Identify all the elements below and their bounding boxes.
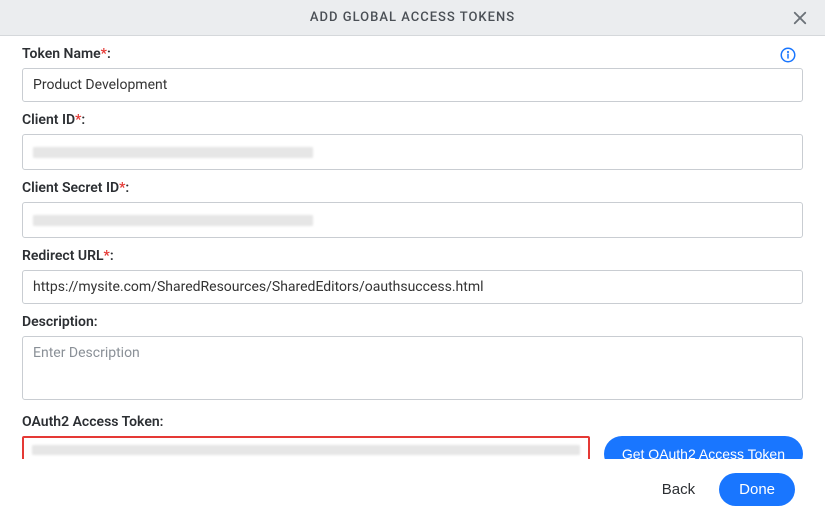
client-secret-input[interactable]	[22, 202, 803, 238]
redacted-value	[33, 147, 313, 158]
form-scroll-area[interactable]: Token Name*: Client ID*: Client Secret I…	[0, 36, 825, 459]
label-text: Client Secret ID	[22, 180, 119, 196]
redirect-url-input[interactable]	[22, 270, 803, 304]
info-icon[interactable]	[779, 46, 797, 64]
description-label: Description:	[22, 314, 803, 330]
close-icon[interactable]	[791, 9, 809, 27]
oauth-token-group: OAuth2 Access Token: Get OAuth2 Access T…	[22, 414, 803, 459]
redacted-value	[33, 215, 313, 226]
label-text: Redirect URL	[22, 248, 104, 264]
oauth-token-input[interactable]	[22, 436, 590, 459]
done-button[interactable]: Done	[719, 473, 795, 506]
description-input[interactable]	[22, 336, 803, 400]
redirect-url-label: Redirect URL*:	[22, 248, 803, 264]
back-button[interactable]: Back	[656, 473, 701, 506]
client-id-group: Client ID*:	[22, 112, 803, 170]
label-colon: :	[125, 180, 129, 196]
dialog-title: ADD GLOBAL ACCESS TOKENS	[310, 10, 515, 25]
token-name-group: Token Name*:	[22, 46, 803, 102]
token-name-input[interactable]	[22, 68, 803, 102]
dialog-footer: Back Done	[0, 459, 825, 519]
client-id-input[interactable]	[22, 134, 803, 170]
dialog-header: ADD GLOBAL ACCESS TOKENS	[0, 0, 825, 36]
label-colon: :	[81, 112, 85, 128]
description-group: Description:	[22, 314, 803, 404]
client-id-label: Client ID*:	[22, 112, 803, 128]
label-colon: :	[107, 46, 111, 62]
label-text: Token Name	[22, 46, 101, 62]
client-secret-label: Client Secret ID*:	[22, 180, 803, 196]
client-secret-group: Client Secret ID*:	[22, 180, 803, 238]
label-colon: :	[110, 248, 114, 264]
redirect-url-group: Redirect URL*:	[22, 248, 803, 304]
token-name-label: Token Name*:	[22, 46, 803, 62]
redacted-value	[32, 445, 580, 455]
get-oauth-token-button[interactable]: Get OAuth2 Access Token	[604, 436, 803, 459]
oauth-token-label: OAuth2 Access Token:	[22, 414, 803, 430]
label-text: Client ID	[22, 112, 75, 128]
